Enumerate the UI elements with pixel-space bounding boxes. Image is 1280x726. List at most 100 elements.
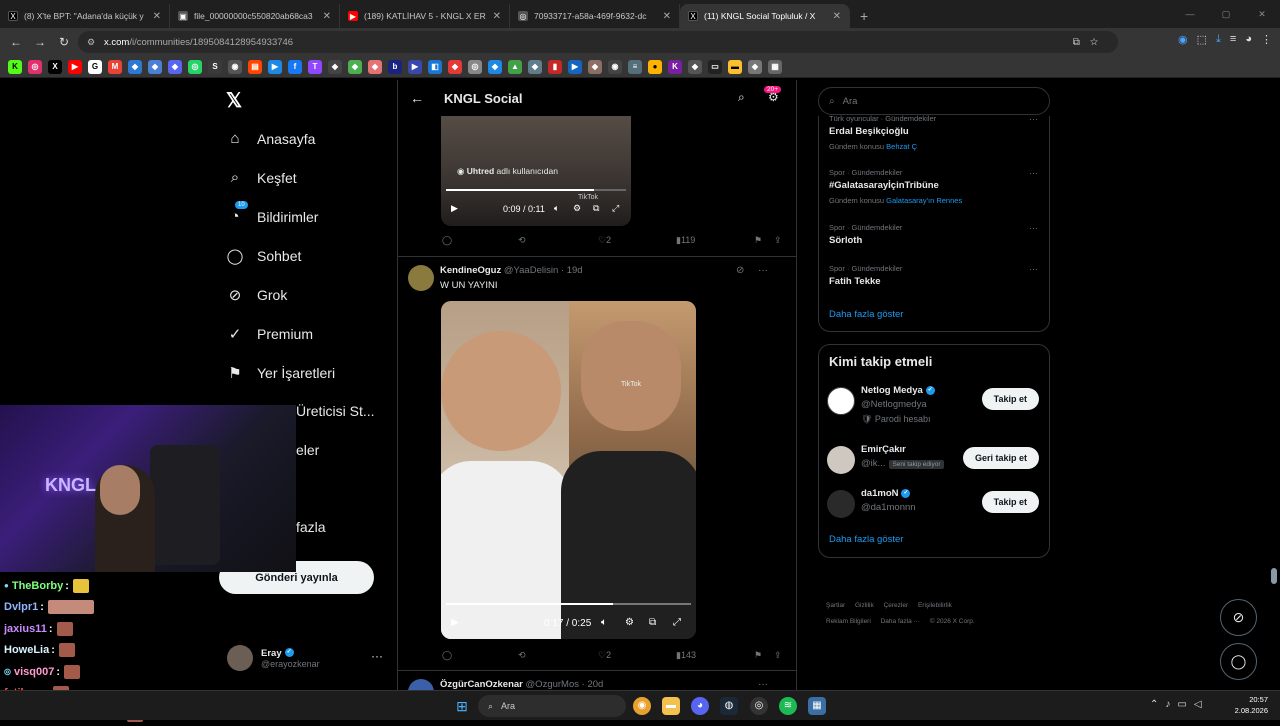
browser-tab[interactable]: ▣ file_00000000c550820ab68ca3 ✕	[170, 4, 340, 28]
search-icon[interactable]: ⌕	[738, 90, 745, 105]
account-switcher[interactable]: Eray ✓ @erayozkenar ···	[227, 645, 383, 671]
share-icon[interactable]: ⇪	[774, 235, 782, 246]
start-icon[interactable]: ⊞	[453, 697, 471, 715]
more-icon[interactable]: ···	[758, 265, 768, 276]
avatar[interactable]	[827, 490, 855, 518]
views-button[interactable]: ▮ 143	[676, 650, 696, 661]
forward-icon[interactable]: →	[28, 35, 52, 49]
video-player[interactable]: ◉ Uhtred adlı kullanıcıdan ▶ 0:09 / 0:11…	[441, 116, 631, 226]
extensions-icon[interactable]: ⬚	[1197, 33, 1207, 46]
settings-icon[interactable]: ⚙	[625, 617, 634, 628]
browser-tab-active[interactable]: X (11) KNGL Social Topluluk / X ✕	[680, 4, 850, 28]
bookmark-icon[interactable]: ●	[648, 59, 662, 74]
bookmark-icon[interactable]: ◆	[168, 59, 182, 74]
reply-icon[interactable]: ◯	[442, 650, 452, 661]
nav-item-bookmarks[interactable]: ⚑ Yer İşaretleri	[226, 364, 335, 382]
footer-link[interactable]: Gizlilik	[855, 602, 874, 609]
bookmark-icon[interactable]: ◆	[348, 59, 362, 74]
bookmark-icon[interactable]: X	[48, 59, 62, 74]
bookmark-icon[interactable]: ◆	[748, 59, 762, 74]
bookmark-icon[interactable]: ◎	[188, 59, 202, 74]
nav-item-explore[interactable]: ⌕ Keşfet	[226, 169, 297, 186]
close-icon[interactable]: ✕	[663, 11, 671, 22]
bookmark-icon[interactable]: M	[108, 59, 122, 74]
bookmark-icon[interactable]: ≡	[628, 59, 642, 74]
close-icon[interactable]: ✕	[833, 11, 841, 22]
trend-item[interactable]: Spor · Gündemdekiler #GalatasarayİçinTri…	[829, 168, 1039, 205]
more-icon[interactable]: ···	[1029, 264, 1038, 274]
calculator-icon[interactable]: ▦	[808, 697, 826, 715]
tweet-author-handle[interactable]: @YaaDelisin	[504, 265, 558, 276]
tweet-age[interactable]: 20d	[587, 679, 603, 690]
close-icon[interactable]: ✕	[153, 11, 161, 22]
omnibox-actions[interactable]: ⧉☆	[1073, 37, 1108, 48]
pip-icon[interactable]: ⧉	[593, 203, 599, 214]
volume-icon[interactable]: ◁	[1194, 699, 1202, 710]
back-icon[interactable]: ←	[4, 35, 28, 49]
bookmark-icon[interactable]: ◆	[328, 59, 342, 74]
fullscreen-icon[interactable]: ⤢	[612, 203, 619, 214]
bookmark-icon[interactable]: f	[288, 59, 302, 74]
bookmark-icon[interactable]: ⚑	[754, 235, 762, 246]
trends-show-more-link[interactable]: Daha fazla göster	[829, 309, 903, 320]
more-icon[interactable]: ···	[1029, 223, 1038, 233]
pip-icon[interactable]: ⧉	[649, 617, 656, 628]
video-progress-bar[interactable]	[446, 603, 691, 605]
page-scrollbar-thumb[interactable]	[1271, 568, 1277, 584]
bookmark-icon[interactable]: ▶	[408, 59, 422, 74]
more-icon[interactable]: ···	[758, 679, 768, 690]
bookmark-icon[interactable]: G	[88, 59, 102, 74]
volume-icon[interactable]: 🔈︎	[554, 203, 559, 214]
spotify-icon[interactable]: ≋	[779, 697, 797, 715]
bookmark-icon[interactable]: ▲	[508, 59, 522, 74]
bookmark-icon[interactable]: ▬	[728, 59, 742, 74]
microphone-icon[interactable]: ♪	[1165, 699, 1170, 710]
who-to-follow-show-more-link[interactable]: Daha fazla göster	[829, 534, 903, 545]
nav-item-creator-studio[interactable]: Üreticisi St...	[296, 403, 375, 419]
discord-icon[interactable]: ◕	[691, 697, 709, 715]
tweet-age[interactable]: 19d	[567, 265, 583, 276]
close-icon[interactable]: ✕	[323, 11, 331, 22]
close-icon[interactable]: ✕	[493, 11, 501, 22]
settings-icon[interactable]: ⚙	[573, 203, 581, 214]
more-icon[interactable]: ···	[371, 649, 383, 663]
nav-item-more[interactable]: fazla	[296, 519, 326, 535]
more-icon[interactable]: ···	[1029, 168, 1038, 178]
bookmark-icon[interactable]: S	[208, 59, 222, 74]
video-player[interactable]: TikTok ▶ 0:17 / 0:25 🔈︎ ⚙ ⧉ ⤢	[441, 301, 696, 639]
nav-item-lists[interactable]: eler	[296, 442, 319, 458]
follow-suggestion[interactable]: Netlog Medya ✓ @Netlogmedya 🛡 Parodi hesa…	[827, 385, 1042, 425]
url-field[interactable]: ⚙ x.com/i/communities/189508412895493374…	[78, 31, 1118, 53]
file-explorer-icon[interactable]: ▬	[662, 697, 680, 715]
footer-link[interactable]: Şartlar	[826, 602, 845, 609]
display-icon[interactable]: ▭	[1177, 699, 1186, 710]
maximize-icon[interactable]: ▢	[1208, 0, 1244, 28]
media-icon[interactable]: ≡	[1230, 33, 1236, 46]
trend-sub-link[interactable]: Galatasaray'ın Rennes	[886, 196, 962, 205]
nav-item-premium[interactable]: ✓ Premium	[226, 325, 313, 343]
download-icon[interactable]: ⤓	[1216, 33, 1221, 46]
menu-icon[interactable]: ⋮	[1261, 33, 1272, 46]
bookmark-icon[interactable]: ◧	[428, 59, 442, 74]
steam-icon[interactable]: ◍	[720, 697, 738, 715]
nav-item-chat[interactable]: ◯ Sohbet	[226, 247, 302, 265]
tweet-author-name[interactable]: KendineOguz	[440, 265, 501, 276]
tweet-author-handle[interactable]: @OzgurMos	[526, 679, 579, 690]
bookmark-icon[interactable]: ▶	[268, 59, 282, 74]
footer-link[interactable]: Çerezler	[884, 602, 909, 609]
nav-item-home[interactable]: ⌂ Anasayfa	[226, 130, 315, 147]
trend-sub-link[interactable]: Behzat Ç	[886, 142, 917, 151]
avatar[interactable]	[408, 265, 434, 291]
like-button[interactable]: ♡ 2	[598, 650, 611, 661]
trend-item[interactable]: Spor · Gündemdekiler Fatih Tekke ···	[829, 264, 1039, 287]
bookmark-icon[interactable]: b	[388, 59, 402, 74]
x-logo-icon[interactable]: 𝕏	[226, 88, 242, 113]
trend-item[interactable]: Spor · Gündemdekiler Sörloth ···	[829, 223, 1039, 246]
nav-item-grok[interactable]: ⊘ Grok	[226, 286, 288, 304]
site-info-icon[interactable]: ⚙	[87, 37, 95, 48]
avatar[interactable]	[827, 387, 855, 415]
reply-icon[interactable]: ◯	[442, 235, 452, 246]
video-progress-bar[interactable]	[446, 189, 626, 191]
fullscreen-icon[interactable]: ⤢	[673, 617, 681, 628]
bookmark-icon[interactable]: ▭	[708, 59, 722, 74]
